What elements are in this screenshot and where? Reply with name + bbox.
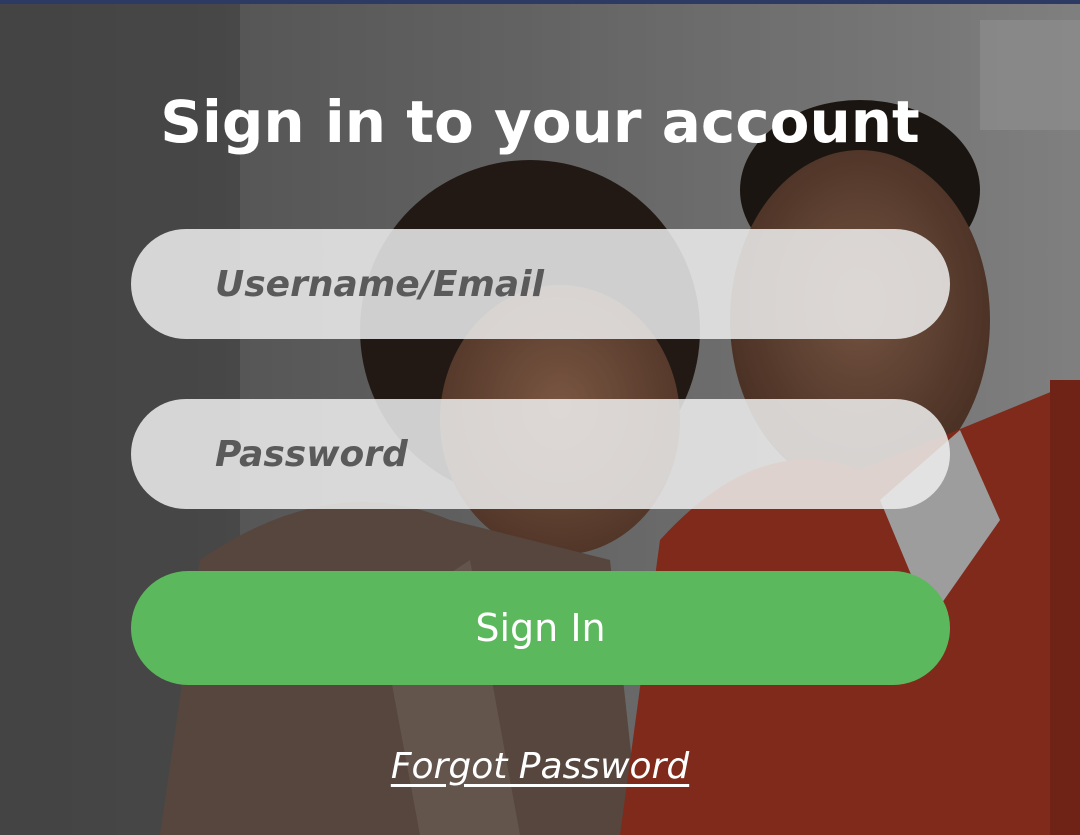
- username-field[interactable]: [131, 229, 950, 339]
- forgot-password-container: Forgot Password: [0, 740, 1080, 801]
- top-strip: [0, 0, 1080, 4]
- page-title: Sign in to your account: [160, 88, 920, 156]
- forgot-password-link[interactable]: Forgot Password: [391, 746, 689, 787]
- password-input[interactable]: [215, 399, 950, 509]
- login-form: Sign in to your account Sign In Forgot P…: [0, 0, 1080, 835]
- login-screen: Sign in to your account Sign In Forgot P…: [0, 0, 1080, 835]
- username-input[interactable]: [215, 229, 950, 339]
- password-field[interactable]: [131, 399, 950, 509]
- sign-in-button[interactable]: Sign In: [131, 571, 950, 685]
